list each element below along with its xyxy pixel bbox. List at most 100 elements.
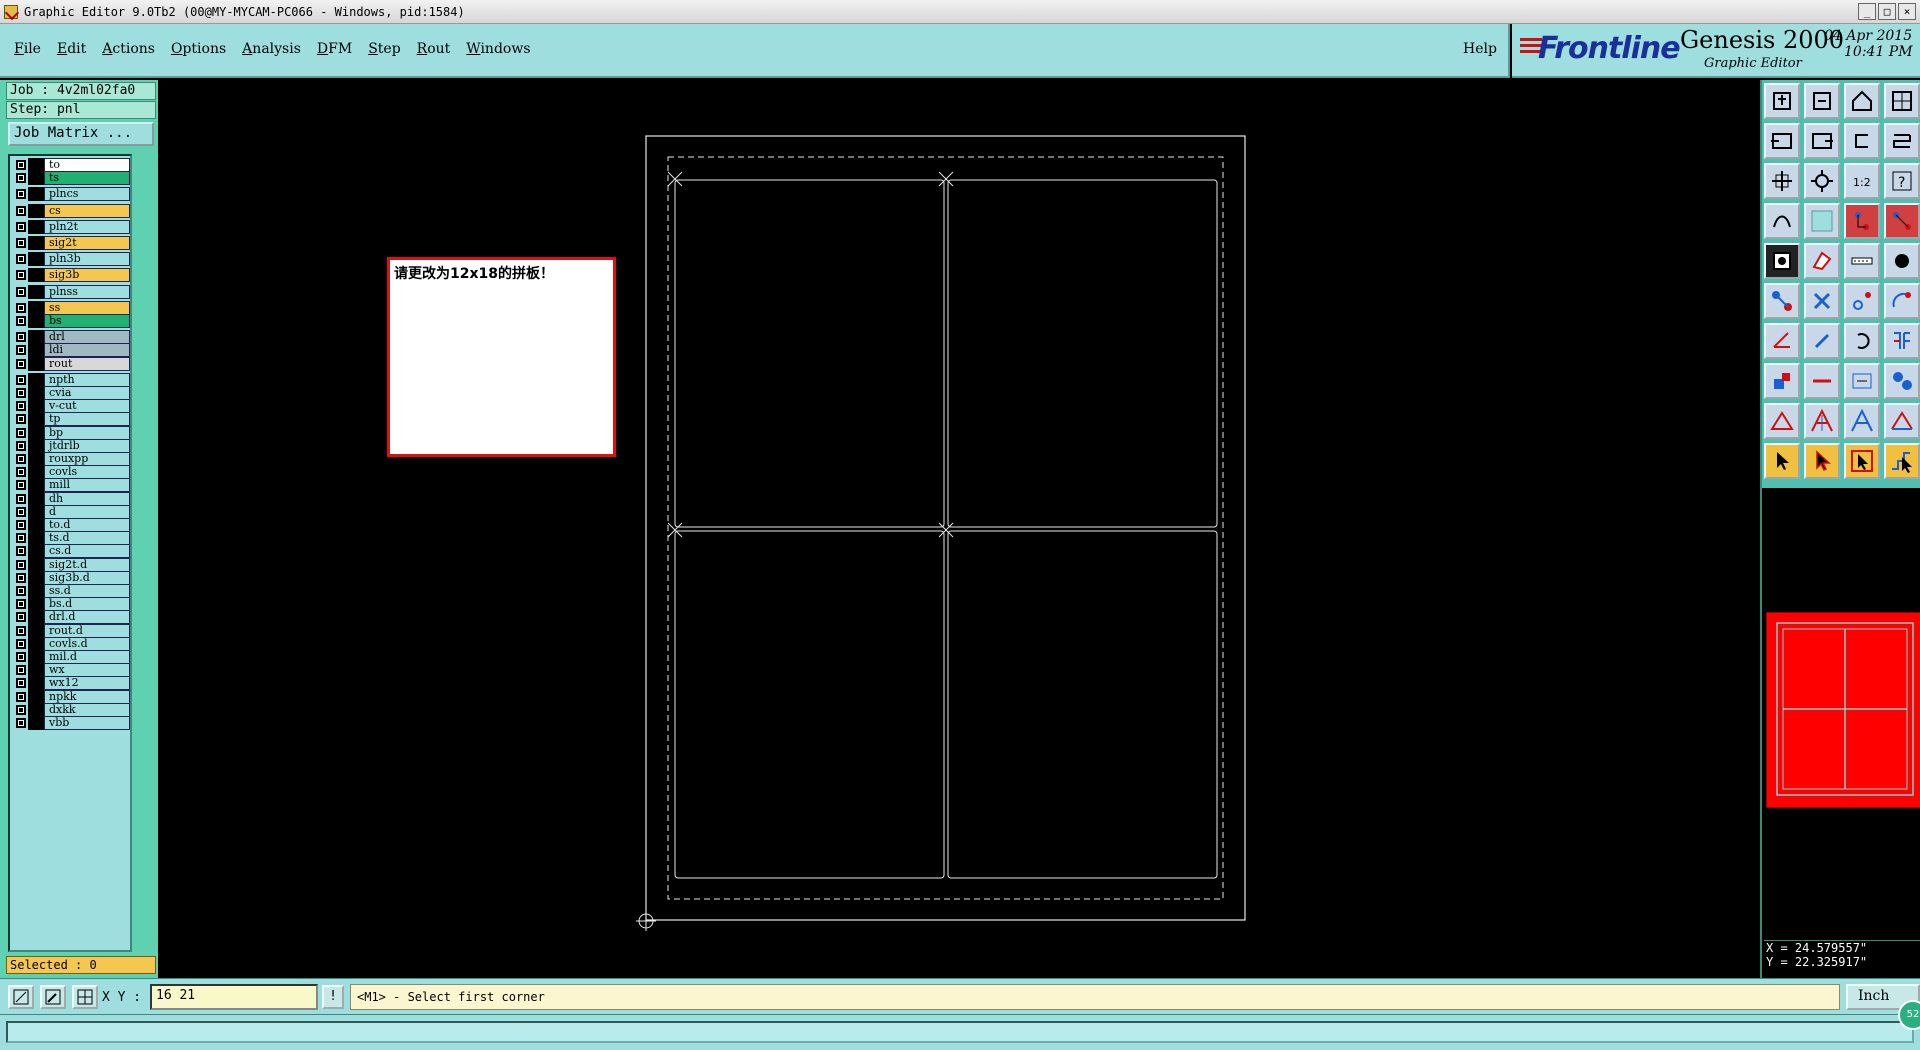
layer-name[interactable]: pln3b bbox=[44, 252, 130, 267]
layer-name[interactable]: drl bbox=[44, 330, 130, 345]
layer-row[interactable]: drl.d bbox=[12, 610, 130, 625]
layer-checkbox[interactable] bbox=[16, 221, 26, 232]
layer-row[interactable]: npkk bbox=[12, 689, 130, 704]
layer-row[interactable]: vbb bbox=[12, 716, 130, 730]
zoom-1-2-tool-button[interactable]: 1:2 bbox=[1844, 163, 1880, 199]
layer-name[interactable]: v-cut bbox=[44, 399, 130, 414]
layer-checkbox[interactable] bbox=[16, 480, 26, 491]
layer-checkbox[interactable] bbox=[16, 189, 26, 200]
menu-edit[interactable]: Edit bbox=[57, 41, 86, 57]
layer-row[interactable]: rout.d bbox=[12, 623, 130, 638]
layer-name[interactable]: wx12 bbox=[44, 676, 130, 691]
line-tool-button[interactable] bbox=[1844, 243, 1880, 279]
layer-checkbox[interactable] bbox=[16, 704, 26, 715]
panel-tool-button[interactable] bbox=[1884, 83, 1920, 119]
layer-checkbox[interactable] bbox=[16, 533, 26, 544]
layer-row[interactable]: cvia bbox=[12, 386, 130, 400]
layer-row[interactable]: to.d bbox=[12, 518, 130, 532]
snap-mode-button[interactable] bbox=[8, 985, 34, 1009]
menu-rout[interactable]: Rout bbox=[417, 41, 451, 57]
minimize-button[interactable]: _ bbox=[1858, 3, 1876, 20]
layer-checkbox[interactable] bbox=[16, 173, 26, 184]
layer-name[interactable]: cvia bbox=[44, 386, 130, 400]
move-tool-button[interactable] bbox=[1764, 283, 1800, 319]
layer-name[interactable]: sig2t bbox=[44, 236, 130, 250]
layer-name[interactable]: sig3b bbox=[44, 268, 130, 283]
layer-checkbox[interactable] bbox=[16, 302, 26, 313]
layer-name[interactable]: vbb bbox=[44, 716, 130, 730]
layer-row[interactable]: sig2t bbox=[12, 236, 130, 250]
close-tool-button[interactable] bbox=[1804, 83, 1840, 119]
a-arc-tool-button[interactable] bbox=[1884, 403, 1920, 439]
layer-row[interactable]: ldi bbox=[12, 343, 130, 358]
layer-row[interactable]: covls bbox=[12, 465, 130, 480]
layer-checkbox[interactable] bbox=[16, 467, 26, 478]
maximize-button[interactable]: □ bbox=[1878, 3, 1896, 20]
layer-checkbox[interactable] bbox=[16, 358, 26, 369]
angle-tool-button[interactable] bbox=[1764, 323, 1800, 359]
triangle-tool-button[interactable] bbox=[1764, 403, 1800, 439]
layer-name[interactable]: bs bbox=[44, 314, 130, 328]
layer-checkbox[interactable] bbox=[16, 506, 26, 517]
menu-help[interactable]: Help bbox=[1463, 41, 1497, 57]
layer-name[interactable]: cs.d bbox=[44, 544, 130, 559]
layer-row[interactable]: cs bbox=[12, 203, 130, 218]
layer-checkbox[interactable] bbox=[16, 238, 26, 248]
layer-checkbox[interactable] bbox=[16, 652, 26, 662]
connect-tool-button[interactable] bbox=[1884, 203, 1920, 239]
pointer-box-tool-button[interactable] bbox=[1844, 443, 1880, 479]
layer-checkbox[interactable] bbox=[16, 625, 26, 636]
layer-row[interactable]: v-cut bbox=[12, 399, 130, 414]
snap-tool-button[interactable] bbox=[1764, 203, 1800, 239]
layer-row[interactable]: ss bbox=[12, 300, 130, 315]
layer-checkbox[interactable] bbox=[16, 270, 26, 281]
exclaim-button[interactable]: ! bbox=[322, 985, 344, 1009]
save-tool-button[interactable] bbox=[1764, 83, 1800, 119]
layer-name[interactable]: rouxpp bbox=[44, 452, 130, 466]
notification-badge[interactable]: 52 bbox=[1898, 1000, 1920, 1030]
layer-name[interactable]: covls.d bbox=[44, 636, 130, 651]
menu-step[interactable]: Step bbox=[368, 41, 400, 57]
help-tool-button[interactable]: ? bbox=[1884, 163, 1920, 199]
layer-name[interactable]: ts.d bbox=[44, 531, 130, 546]
layer-name[interactable]: ts bbox=[44, 171, 130, 186]
shapes-tool-button[interactable] bbox=[1884, 363, 1920, 399]
menu-analysis[interactable]: Analysis bbox=[242, 41, 301, 57]
layer-checkbox[interactable] bbox=[16, 414, 26, 425]
menu-windows[interactable]: Windows bbox=[466, 41, 530, 57]
layer-checkbox[interactable] bbox=[16, 316, 26, 326]
layer-row[interactable]: plncs bbox=[12, 187, 130, 202]
undo-tool-button[interactable] bbox=[1844, 123, 1880, 159]
layer-checkbox[interactable] bbox=[16, 665, 26, 676]
layer-checkbox[interactable] bbox=[16, 205, 26, 216]
layer-checkbox[interactable] bbox=[16, 427, 26, 438]
cross-tool-button[interactable] bbox=[1804, 283, 1840, 319]
mirror-tool-button[interactable] bbox=[1884, 323, 1920, 359]
xy-input[interactable]: 16 21 bbox=[150, 984, 318, 1010]
layer-checkbox[interactable] bbox=[16, 388, 26, 398]
next-tool-button[interactable] bbox=[1804, 123, 1840, 159]
layer-row[interactable]: covls.d bbox=[12, 636, 130, 651]
layer-checkbox[interactable] bbox=[16, 254, 26, 265]
layer-row[interactable]: d bbox=[12, 504, 130, 519]
pointer-tool-button[interactable] bbox=[1764, 443, 1800, 479]
layer-checkbox[interactable] bbox=[16, 718, 26, 728]
layer-checkbox[interactable] bbox=[16, 546, 26, 557]
layer-checkbox[interactable] bbox=[16, 678, 26, 689]
layer-row[interactable]: wx bbox=[12, 663, 130, 678]
layer-row[interactable]: tp bbox=[12, 412, 130, 427]
layer-checkbox[interactable] bbox=[16, 160, 26, 170]
menu-options[interactable]: Options bbox=[171, 41, 226, 57]
layer-checkbox[interactable] bbox=[16, 586, 26, 596]
layer-row[interactable]: rouxpp bbox=[12, 452, 130, 466]
layer-row[interactable]: bs bbox=[12, 314, 130, 328]
minus-tool-button[interactable] bbox=[1804, 363, 1840, 399]
arc-tool-button[interactable] bbox=[1884, 283, 1920, 319]
layer-name[interactable]: drl.d bbox=[44, 610, 130, 625]
layer-row[interactable]: sig2t.d bbox=[12, 557, 130, 572]
layer-row[interactable]: mill bbox=[12, 478, 130, 493]
job-matrix-button[interactable]: Job Matrix ... bbox=[8, 122, 154, 146]
layer-row[interactable]: npth bbox=[12, 372, 130, 387]
pad-tool-button[interactable] bbox=[1804, 243, 1840, 279]
layer-row[interactable]: rout bbox=[12, 356, 130, 371]
